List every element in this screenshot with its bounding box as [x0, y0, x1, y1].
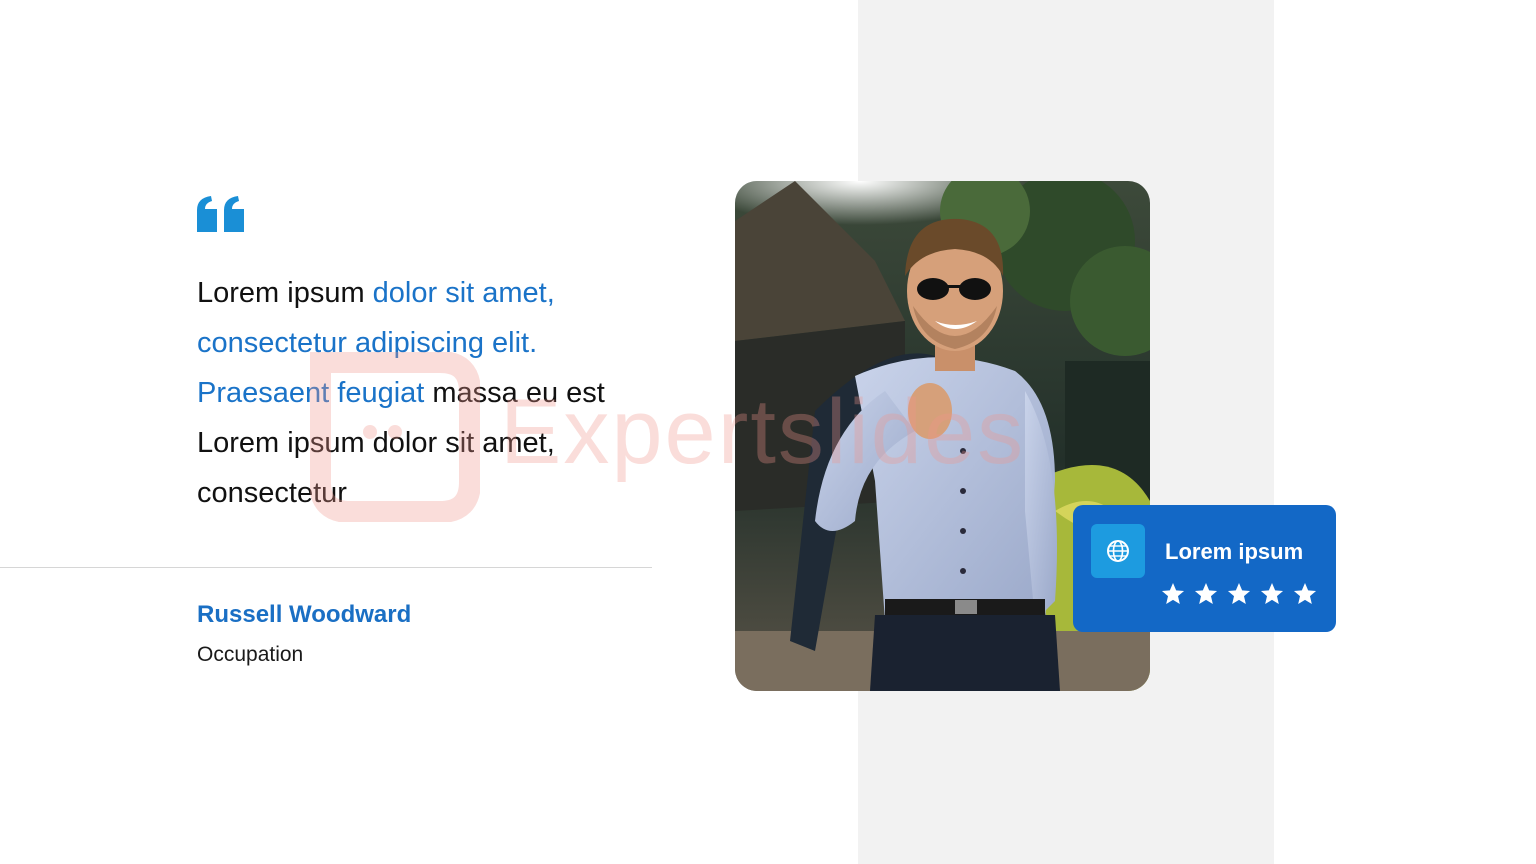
rating-card: Lorem ipsum	[1073, 505, 1336, 632]
star-icon	[1293, 582, 1317, 604]
rating-icon-box	[1091, 524, 1145, 578]
star-icon	[1194, 582, 1218, 604]
star-icon	[1161, 582, 1185, 604]
globe-icon	[1107, 540, 1129, 562]
quote-icon	[197, 196, 244, 232]
star-icon	[1227, 582, 1251, 604]
divider-line	[0, 567, 652, 568]
author-name: Russell Woodward	[197, 601, 412, 628]
quote-segment-plain: Lorem ipsum	[197, 277, 373, 309]
star-icon	[1260, 582, 1284, 604]
testimonial-slide: Lorem ipsum dolor sit amet, consectetur …	[0, 0, 1536, 864]
author-occupation: Occupation	[197, 643, 304, 666]
rating-label: Lorem ipsum	[1165, 539, 1304, 564]
testimonial-quote: Lorem ipsum dolor sit amet, consectetur …	[197, 268, 667, 518]
star-rating	[1160, 581, 1318, 607]
